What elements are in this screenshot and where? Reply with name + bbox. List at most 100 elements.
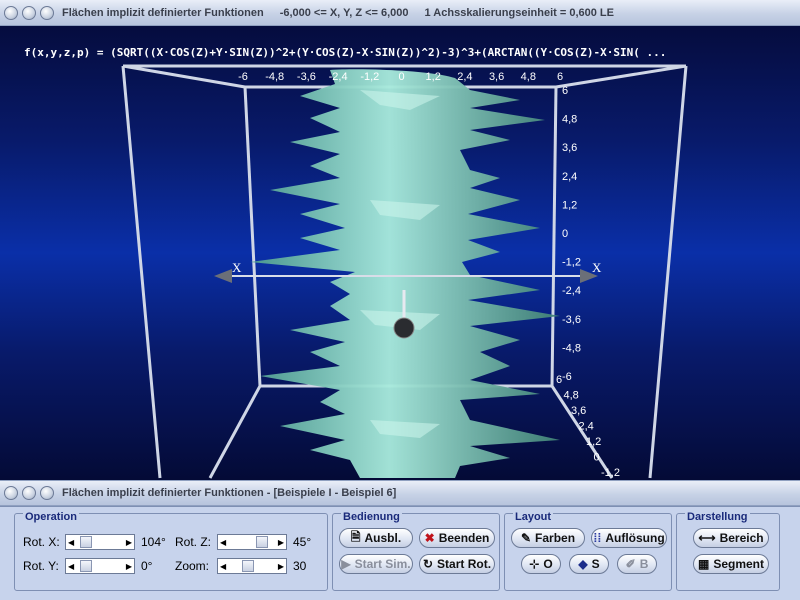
top-axis-tick: 2,4 [457, 71, 472, 83]
right-axis-tick: 4,8 [562, 114, 577, 126]
slider-left-arrow-icon[interactable]: ◀ [68, 538, 74, 547]
slider-right-arrow-icon[interactable]: ▶ [278, 562, 284, 571]
top-axis-tick: -2,4 [329, 71, 348, 83]
rotate-icon: ↻ [422, 557, 434, 571]
window-menu-button[interactable] [4, 5, 18, 20]
origin-button[interactable]: ⊹ O [521, 554, 561, 574]
dialog-minimize-button[interactable] [22, 486, 36, 500]
plot-viewport[interactable]: X X -6 -4,8 -3,6 -2,4 -1,2 0 1,2 2,4 3,6 4,8 6 6 4,… [0, 26, 800, 480]
right-axis-tick: -6 [562, 371, 572, 383]
depth-axis-tick: 2,4 [579, 421, 594, 433]
surface-label: S [591, 557, 600, 571]
rot-y-slider[interactable]: ◀ ▶ [65, 558, 135, 574]
slider-right-arrow-icon[interactable]: ▶ [278, 538, 284, 547]
top-axis-tick: 4,8 [521, 71, 536, 83]
table-icon: ▦ [697, 557, 710, 571]
plot-canvas: X X -6 -4,8 -3,6 -2,4 -1,2 0 1,2 2,4 3,6 4,8 6 64,… [121, 64, 688, 479]
top-axis-tick: -4,8 [265, 71, 284, 83]
right-axis-ticks: 6 4,8 3,6 2,4 1,2 0 -1,2 -2,4 -3,6 -4,8 -6 [562, 85, 581, 383]
slider-thumb[interactable] [80, 560, 92, 572]
top-axis-tick: -1,2 [360, 71, 379, 83]
right-axis-tick: -1,2 [562, 257, 581, 269]
rot-x-slider[interactable]: ◀ ▶ [65, 534, 135, 550]
depth-axis-tick: -1,2 [601, 467, 620, 479]
top-axis-tick: 0 [398, 71, 404, 83]
slider-left-arrow-icon[interactable]: ◀ [68, 562, 74, 571]
slider-thumb[interactable] [80, 536, 92, 548]
implicit-surface [250, 69, 560, 479]
origin-label: O [543, 557, 553, 571]
rot-y-value: 0° [141, 559, 153, 573]
right-axis-tick: -2,4 [562, 285, 581, 297]
range-icon: ⟷ [698, 531, 716, 545]
depth-axis-tick: 4,8 [564, 390, 579, 402]
farben-button[interactable]: ✎ Farben [511, 528, 585, 548]
dialog-menu-button[interactable] [4, 486, 18, 500]
pen-icon: ✐ [625, 557, 636, 571]
top-axis-tick: -3,6 [297, 71, 316, 83]
segment-button[interactable]: ▦ Segment [693, 554, 769, 574]
start-sim-button[interactable]: ▶ Start Sim. [339, 554, 413, 574]
top-axis-tick: -6 [238, 71, 248, 83]
bereich-label: Bereich [719, 531, 764, 545]
bedienung-group: Bedienung 🗎 Ausbl. ✖ Beenden ▶ Start Sim… [332, 511, 500, 591]
rot-z-label: Rot. Z: [175, 535, 212, 549]
slider-left-arrow-icon[interactable]: ◀ [220, 562, 226, 571]
crosshair-icon: ⊹ [529, 557, 540, 571]
right-axis-tick: 1,2 [562, 199, 577, 211]
top-axis-tick: 6 [557, 71, 563, 83]
top-axis-ticks: -6 -4,8 -3,6 -2,4 -1,2 0 1,2 2,4 3,6 4,8 6 [238, 71, 563, 83]
aufloesung-label: Auflösung [605, 531, 665, 545]
right-axis-tick: 6 [562, 85, 568, 97]
slider-left-arrow-icon[interactable]: ◀ [220, 538, 226, 547]
rot-x-label: Rot. X: [23, 535, 60, 549]
dialog-titlebar: Flächen implizit definierter Funktionen … [0, 480, 800, 506]
darstellung-group: Darstellung ⟷ Bereich ▦ Segment [676, 511, 780, 591]
depth-axis-tick: 3,6 [571, 405, 586, 417]
top-axis-tick: 1,2 [426, 71, 441, 83]
start-rot-button[interactable]: ↻ Start Rot. [419, 554, 495, 574]
maximize-button[interactable] [40, 5, 54, 20]
depth-axis-tick: 6 [556, 374, 562, 386]
b-label: B [639, 557, 649, 571]
b-button[interactable]: ✐ B [617, 554, 657, 574]
window-scale: 1 Achsskalierungseinheit = 0,600 LE [424, 6, 614, 19]
right-axis-tick: 3,6 [562, 142, 577, 154]
rot-z-slider[interactable]: ◀ ▶ [217, 534, 287, 550]
window-range: -6,000 <= X, Y, Z <= 6,000 [279, 6, 409, 19]
rot-x-value: 104° [141, 535, 166, 549]
zoom-value: 30 [293, 559, 307, 573]
control-panel: Operation Rot. X: ◀ ▶ 104° Rot. Y: ◀ ▶ 0… [0, 506, 800, 600]
right-axis-tick: -4,8 [562, 342, 581, 354]
main-titlebar: Flächen implizit definierter Funktionen … [0, 0, 800, 26]
ausblenden-button[interactable]: 🗎 Ausbl. [339, 528, 413, 548]
bedienung-title: Bedienung [341, 511, 402, 523]
bereich-button[interactable]: ⟷ Bereich [693, 528, 769, 548]
zoom-label: Zoom: [175, 559, 210, 573]
play-icon: ▶ [341, 557, 351, 571]
slider-right-arrow-icon[interactable]: ▶ [126, 538, 132, 547]
top-axis-tick: 3,6 [489, 71, 504, 83]
surface-button[interactable]: ◆ S [569, 554, 609, 574]
beenden-button[interactable]: ✖ Beenden [419, 528, 495, 548]
window-title: Flächen implizit definierter Funktionen [62, 6, 264, 19]
slider-thumb[interactable] [256, 536, 268, 548]
slider-right-arrow-icon[interactable]: ▶ [126, 562, 132, 571]
depth-axis-tick: 0 [594, 452, 600, 464]
slider-thumb[interactable] [242, 560, 254, 572]
right-axis-tick: -3,6 [562, 314, 581, 326]
operation-title: Operation [23, 511, 79, 523]
start-sim-label: Start Sim. [354, 557, 411, 571]
beenden-label: Beenden [438, 531, 490, 545]
rot-z-value: 45° [293, 535, 312, 549]
aufloesung-button[interactable]: ⁞⁞ Auflösung [591, 528, 667, 548]
right-axis-tick: 0 [562, 228, 568, 240]
minimize-button[interactable] [22, 5, 36, 20]
dialog-maximize-button[interactable] [40, 486, 54, 500]
depth-axis-ticks: 64,8 3,6 2,4 1,2 0-1,2 [556, 374, 620, 479]
zoom-slider[interactable]: ◀ ▶ [217, 558, 287, 574]
rot-y-label: Rot. Y: [23, 559, 59, 573]
segment-label: Segment [713, 557, 765, 571]
layout-group: Layout ✎ Farben ⁞⁞ Auflösung ⊹ O ◆ S ✐ B [504, 511, 672, 591]
layout-title: Layout [513, 511, 554, 523]
